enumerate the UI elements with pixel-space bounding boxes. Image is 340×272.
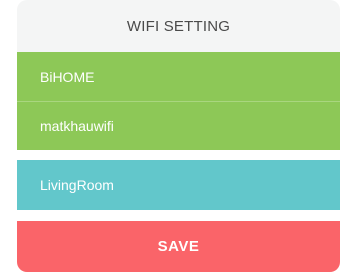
wifi-password-value: matkhauwifi <box>40 118 114 134</box>
room-name-field[interactable]: LivingRoom <box>17 160 340 210</box>
wifi-password-field[interactable]: matkhauwifi <box>17 102 340 150</box>
wifi-ssid-field[interactable]: BiHOME <box>17 52 340 101</box>
room-name-value: LivingRoom <box>40 177 114 193</box>
page-title: WIFI SETTING <box>126 17 231 35</box>
save-button-label: SAVE <box>157 238 200 255</box>
wifi-setting-screen: WIFI SETTING BiHOME matkhauwifi LivingRo… <box>0 0 340 272</box>
wifi-ssid-value: BiHOME <box>40 68 95 85</box>
save-button[interactable]: SAVE <box>17 221 340 272</box>
header-bar: WIFI SETTING <box>17 0 340 52</box>
